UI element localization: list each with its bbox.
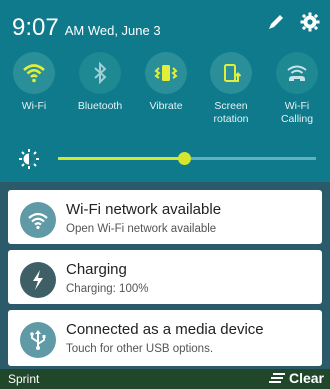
charging-icon-circle	[20, 262, 56, 298]
clear-all-icon	[268, 373, 285, 383]
notification-card-usb[interactable]: Connected as a media device Touch for ot…	[8, 310, 322, 366]
brightness-slider-thumb[interactable]	[178, 152, 192, 165]
notification-card-wifi[interactable]: Wi-Fi network available Open Wi-Fi netwo…	[8, 190, 322, 244]
notification-title: Wi-Fi network available	[66, 201, 222, 218]
header-actions	[266, 12, 320, 32]
clear-all-button[interactable]: Clear	[268, 370, 324, 386]
rotation-toggle-circle	[210, 52, 252, 94]
quick-toggle-wifi-calling[interactable]: Wi-Fi Calling	[265, 52, 329, 126]
clear-all-label: Clear	[288, 370, 324, 386]
quick-toggle-label: Bluetooth	[77, 100, 123, 112]
quick-toggle-vibrate[interactable]: Vibrate	[134, 52, 198, 113]
edit-pencil-icon[interactable]	[266, 12, 286, 32]
screen-rotation-icon	[224, 64, 242, 82]
wifi-calling-icon	[287, 65, 307, 81]
wifi-notification-icon	[28, 212, 48, 230]
notification-card-charging[interactable]: Charging Charging: 100%	[8, 250, 322, 304]
brightness-row	[0, 145, 330, 173]
brightness-slider-fill	[58, 157, 185, 160]
quick-toggle-bluetooth[interactable]: Bluetooth	[68, 52, 132, 113]
carrier-label: Sprint	[8, 372, 40, 386]
brightness-auto-icon[interactable]	[18, 148, 40, 175]
notification-subtitle: Touch for other USB options.	[66, 343, 214, 355]
status-row: 9:07 AM Wed, June 3	[12, 14, 161, 42]
brightness-slider[interactable]	[58, 152, 316, 165]
wifi-calling-toggle-circle	[276, 52, 318, 94]
bluetooth-icon	[94, 62, 107, 84]
quick-toggle-wifi[interactable]: Wi-Fi	[2, 52, 66, 113]
quick-toggle-screen-rotation[interactable]: Screen rotation	[199, 52, 263, 126]
quick-toggle-label: Vibrate	[149, 100, 183, 112]
vibrate-icon	[154, 65, 178, 81]
wifi-toggle-circle	[13, 52, 55, 94]
notification-subtitle: Open Wi-Fi network available	[66, 223, 217, 235]
quick-toggle-label: Screen rotation	[213, 100, 249, 125]
wifi-notification-icon-circle	[20, 202, 56, 238]
quick-toggle-label: Wi-Fi Calling	[280, 100, 314, 125]
notification-panel-header: 9:07 AM Wed, June 3 Wi-Fi Bluetooth Vibr…	[0, 0, 330, 182]
usb-icon-circle	[20, 322, 56, 358]
clock-time: 9:07	[12, 14, 59, 41]
bottom-bar: Sprint Clear	[0, 369, 330, 389]
bluetooth-toggle-circle	[79, 52, 121, 94]
notification-title: Charging	[66, 261, 127, 278]
notification-subtitle: Charging: 100%	[66, 283, 149, 295]
usb-icon	[30, 330, 46, 350]
vibrate-toggle-circle	[145, 52, 187, 94]
notification-title: Connected as a media device	[66, 321, 264, 338]
charging-icon	[33, 270, 43, 290]
wifi-icon	[23, 64, 45, 83]
quick-settings: Wi-Fi Bluetooth Vibrate Screen rotation …	[0, 52, 330, 132]
settings-gear-icon[interactable]	[300, 12, 320, 32]
date-text: AM Wed, June 3	[64, 23, 161, 38]
quick-toggle-label: Wi-Fi	[21, 100, 47, 112]
